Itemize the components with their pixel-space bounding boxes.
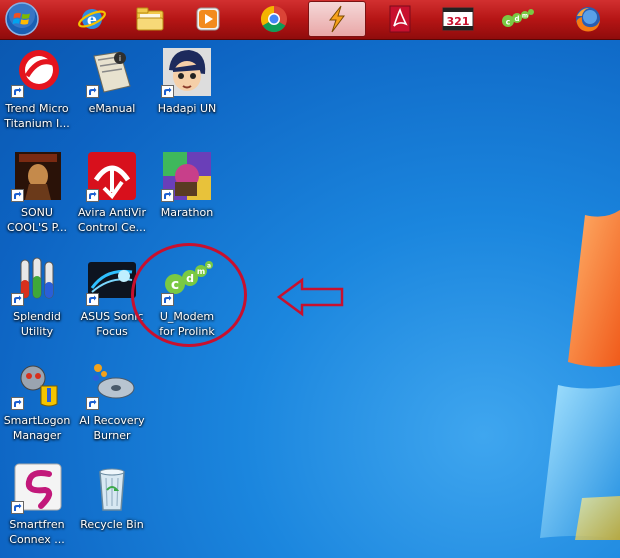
icon-label: Burner <box>93 429 131 442</box>
taskbar-media-player[interactable] <box>182 1 234 37</box>
chrome-icon <box>260 5 287 33</box>
shortcut-arrow-icon <box>161 85 174 98</box>
player-321-text: 321 <box>447 15 470 28</box>
recycle-bin-icon <box>99 468 125 511</box>
svg-text:d: d <box>514 15 519 23</box>
icon-label: Avira AntiVir <box>78 206 146 219</box>
desktop-icon-smartlogon[interactable]: SmartLogon Manager <box>0 358 74 443</box>
icon-label: Focus <box>96 325 128 338</box>
taskbar-internet-explorer[interactable]: e <box>66 1 118 37</box>
icon-label: SmartLogon <box>3 414 71 427</box>
icon-label: Hadapi UN <box>157 102 217 115</box>
icon-label: Splendid <box>13 310 61 323</box>
taskbar-chrome[interactable] <box>248 1 300 37</box>
shortcut-arrow-icon <box>86 397 99 410</box>
firefox-icon <box>576 7 600 32</box>
internet-explorer-icon: e <box>78 9 106 29</box>
icon-label: Smartfren <box>9 518 65 531</box>
winamp-icon <box>328 5 345 33</box>
folder-icon <box>136 7 164 31</box>
icon-label: Recycle Bin <box>80 518 144 531</box>
shortcut-arrow-icon <box>86 293 99 306</box>
icon-label: COOL'S P... <box>6 221 68 234</box>
shortcut-arrow-icon <box>86 85 99 98</box>
icon-label: Manager <box>12 429 62 442</box>
taskbar-cdma-modem[interactable]: c d m <box>492 1 544 37</box>
highlight-circle <box>131 243 247 347</box>
taskbar-winamp[interactable] <box>308 1 366 37</box>
desktop-icon-ai-recovery[interactable]: AI Recovery Burner <box>75 358 149 443</box>
shortcut-arrow-icon <box>11 85 24 98</box>
shortcut-arrow-icon <box>11 189 24 202</box>
icon-label: SONU <box>21 206 53 219</box>
pdf-icon <box>389 5 411 33</box>
shortcut-arrow-icon <box>11 501 24 514</box>
desktop-icon-splendid[interactable]: Splendid Utility <box>0 254 74 339</box>
shortcut-arrow-icon <box>161 189 174 202</box>
taskbar-media-player-classic[interactable]: 321 <box>432 1 484 37</box>
desktop-icon-emanual[interactable]: i eManual <box>75 46 149 116</box>
desktop-icon-marathon[interactable]: Marathon <box>150 150 224 220</box>
windows-orb-icon <box>5 2 39 36</box>
svg-text:i: i <box>119 54 121 63</box>
icon-label: AI Recovery <box>79 414 145 427</box>
desktop-icon-smartfren[interactable]: Smartfren Connex ... <box>0 462 74 547</box>
icon-label: Marathon <box>160 206 214 219</box>
icon-label: Connex ... <box>9 533 65 546</box>
windows-wallpaper-logo <box>540 210 620 540</box>
desktop-icon-recycle-bin[interactable]: Recycle Bin <box>75 462 149 532</box>
taskbar-firefox[interactable] <box>562 1 614 37</box>
icon-label: Trend Micro <box>5 102 69 115</box>
media-play-icon <box>196 7 220 31</box>
desktop-icon-trend-micro[interactable]: Trend Micro Titanium I... <box>0 46 74 131</box>
desktop-icon-sonu-cool[interactable]: SONU COOL'S P... <box>0 150 74 235</box>
icon-label: Control Ce... <box>77 221 147 234</box>
taskbar-windows-explorer[interactable] <box>124 1 176 37</box>
pointer-arrow-icon <box>276 277 344 317</box>
shortcut-arrow-icon <box>86 189 99 202</box>
desktop-icon-avira[interactable]: Avira AntiVir Control Ce... <box>75 150 149 235</box>
start-button[interactable] <box>2 1 42 37</box>
icon-label: Utility <box>20 325 54 338</box>
taskbar: e 321 c d m <box>0 0 620 40</box>
media-player-321-icon: 321 <box>442 7 474 31</box>
icon-label: Titanium I... <box>4 117 70 130</box>
icon-label: eManual <box>88 102 136 115</box>
cdma-icon: c d m <box>502 9 534 27</box>
taskbar-acrobat-reader[interactable] <box>374 1 426 37</box>
svg-text:c: c <box>506 18 511 27</box>
desktop-icon-hadapi-un[interactable]: Hadapi UN <box>150 46 224 116</box>
shortcut-arrow-icon <box>11 397 24 410</box>
svg-text:m: m <box>522 13 528 20</box>
shortcut-arrow-icon <box>11 293 24 306</box>
